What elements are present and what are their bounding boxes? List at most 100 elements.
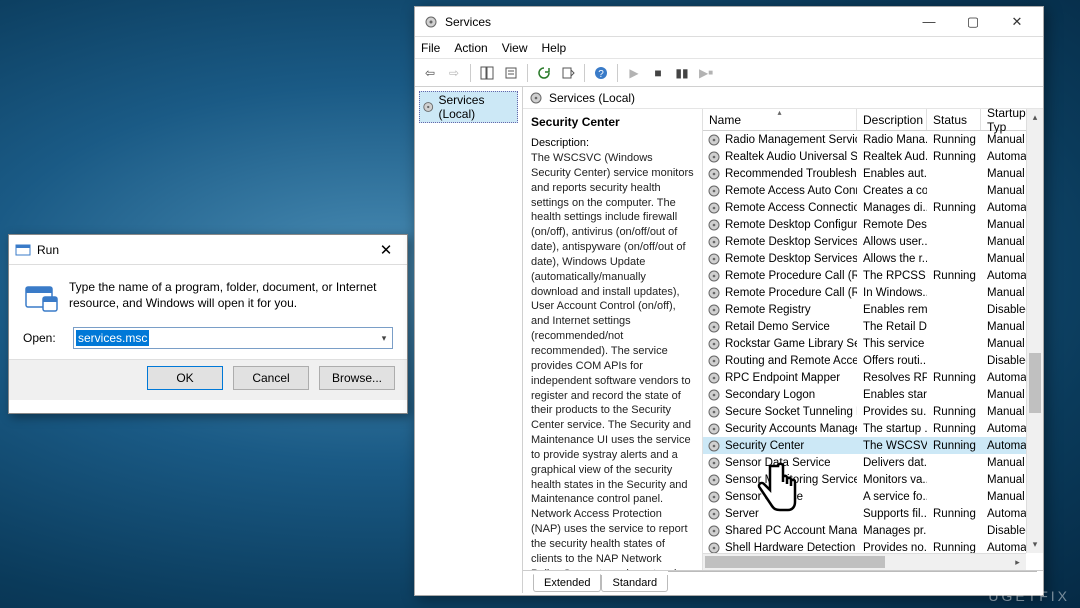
watermark: UGETFIX bbox=[988, 588, 1070, 604]
close-icon[interactable]: ✕ bbox=[371, 238, 401, 262]
service-detail-desc-label: Description: bbox=[531, 137, 694, 149]
run-button-bar: OK Cancel Browse... bbox=[9, 359, 407, 400]
run-open-combobox[interactable]: services.msc ▾ bbox=[73, 327, 393, 349]
show-hide-tree-icon[interactable] bbox=[476, 62, 498, 84]
gear-icon bbox=[707, 286, 721, 300]
tab-standard[interactable]: Standard bbox=[601, 575, 668, 592]
table-row[interactable]: RPC Endpoint MapperResolves RP...Running… bbox=[703, 369, 1043, 386]
help-icon[interactable]: ? bbox=[590, 62, 612, 84]
service-detail-pane: Security Center Description: The WSCSVC … bbox=[523, 109, 703, 570]
gear-icon bbox=[529, 91, 543, 105]
gear-icon bbox=[707, 235, 721, 249]
services-view-tabs: Extended Standard bbox=[523, 571, 1043, 593]
gear-icon bbox=[423, 14, 439, 30]
ok-button[interactable]: OK bbox=[147, 366, 223, 390]
pause-service-icon[interactable]: ▮▮ bbox=[671, 62, 693, 84]
gear-icon bbox=[707, 150, 721, 164]
table-row[interactable]: Remote Desktop Configurat...Remote Des..… bbox=[703, 216, 1043, 233]
forward-icon[interactable]: ⇨ bbox=[443, 62, 465, 84]
gear-icon bbox=[707, 218, 721, 232]
run-description: Type the name of a program, folder, docu… bbox=[69, 279, 393, 315]
gear-icon bbox=[707, 337, 721, 351]
service-list-pane: Name▴ Description Status Startup Typ Rad… bbox=[703, 109, 1043, 570]
scroll-thumb[interactable] bbox=[1029, 353, 1041, 413]
maximize-button[interactable]: ▢ bbox=[951, 8, 995, 36]
gear-icon bbox=[707, 473, 721, 487]
column-headers[interactable]: Name▴ Description Status Startup Typ bbox=[703, 109, 1043, 131]
restart-service-icon[interactable]: ▶■ bbox=[695, 62, 717, 84]
services-tree[interactable]: Services (Local) bbox=[415, 87, 523, 593]
table-row[interactable]: ServerSupports fil...RunningAutomatic bbox=[703, 505, 1043, 522]
table-row[interactable]: Routing and Remote AccessOffers routi...… bbox=[703, 352, 1043, 369]
gear-icon bbox=[422, 100, 434, 114]
table-row[interactable]: Shared PC Account ManagerManages pr...Di… bbox=[703, 522, 1043, 539]
table-row[interactable]: Security CenterThe WSCSV...RunningAutoma… bbox=[703, 437, 1043, 454]
horizontal-scrollbar[interactable]: ◂ ▸ bbox=[703, 553, 1026, 570]
stop-service-icon[interactable]: ■ bbox=[647, 62, 669, 84]
col-description[interactable]: Description bbox=[857, 109, 927, 130]
run-open-label: Open: bbox=[23, 331, 73, 345]
table-row[interactable]: Sensor Monitoring ServiceMonitors va...M… bbox=[703, 471, 1043, 488]
services-titlebar[interactable]: Services — ▢ ✕ bbox=[415, 7, 1043, 37]
back-icon[interactable]: ⇦ bbox=[419, 62, 441, 84]
gear-icon bbox=[707, 439, 721, 453]
col-status[interactable]: Status bbox=[927, 109, 981, 130]
services-window: Services — ▢ ✕ File Action View Help ⇦ ⇨… bbox=[414, 6, 1044, 596]
vertical-scrollbar[interactable]: ▴ ▾ bbox=[1026, 109, 1043, 553]
table-row[interactable]: Security Accounts ManagerThe startup ...… bbox=[703, 420, 1043, 437]
gear-icon bbox=[707, 456, 721, 470]
table-row[interactable]: Secure Socket Tunneling Pr...Provides su… bbox=[703, 403, 1043, 420]
services-list-title: Services (Local) bbox=[549, 91, 635, 105]
table-row[interactable]: Realtek Audio Universal Ser...Realtek Au… bbox=[703, 148, 1043, 165]
table-row[interactable]: Remote Procedure Call (RPC)The RPCSS s..… bbox=[703, 267, 1043, 284]
table-row[interactable]: Remote Desktop ServicesAllows user...Man… bbox=[703, 233, 1043, 250]
menu-file[interactable]: File bbox=[421, 41, 440, 55]
scroll-up-icon[interactable]: ▴ bbox=[1027, 109, 1043, 126]
menu-action[interactable]: Action bbox=[454, 41, 487, 55]
gear-icon bbox=[707, 133, 721, 147]
run-open-value: services.msc bbox=[78, 331, 147, 345]
scroll-thumb[interactable] bbox=[705, 556, 885, 568]
services-menubar: File Action View Help bbox=[415, 37, 1043, 59]
cancel-button[interactable]: Cancel bbox=[233, 366, 309, 390]
run-program-icon bbox=[23, 279, 59, 315]
tree-node-label: Services (Local) bbox=[438, 93, 515, 121]
refresh-icon[interactable] bbox=[533, 62, 555, 84]
service-rows[interactable]: Radio Management ServiceRadio Mana...Run… bbox=[703, 131, 1043, 570]
gear-icon bbox=[707, 320, 721, 334]
table-row[interactable]: Remote Access Auto Conne...Creates a co.… bbox=[703, 182, 1043, 199]
start-service-icon[interactable]: ▶ bbox=[623, 62, 645, 84]
gear-icon bbox=[707, 405, 721, 419]
table-row[interactable]: Sensor Data ServiceDelivers dat...Manual… bbox=[703, 454, 1043, 471]
sort-asc-icon: ▴ bbox=[777, 108, 781, 117]
table-row[interactable]: Secondary LogonEnables star...Manual bbox=[703, 386, 1043, 403]
table-row[interactable]: Remote Desktop Services U...Allows the r… bbox=[703, 250, 1043, 267]
close-button[interactable]: ✕ bbox=[995, 8, 1039, 36]
table-row[interactable]: Remote Access Connection...Manages di...… bbox=[703, 199, 1043, 216]
properties-icon[interactable] bbox=[500, 62, 522, 84]
gear-icon bbox=[707, 371, 721, 385]
scroll-right-icon[interactable]: ▸ bbox=[1009, 554, 1026, 570]
chevron-down-icon[interactable]: ▾ bbox=[376, 333, 392, 344]
tree-node-services-local[interactable]: Services (Local) bbox=[419, 91, 518, 123]
table-row[interactable]: Recommended Troublesho...Enables aut...M… bbox=[703, 165, 1043, 182]
table-row[interactable]: Retail Demo ServiceThe Retail D...Manual bbox=[703, 318, 1043, 335]
table-row[interactable]: Radio Management ServiceRadio Mana...Run… bbox=[703, 131, 1043, 148]
menu-help[interactable]: Help bbox=[542, 41, 567, 55]
browse-button[interactable]: Browse... bbox=[319, 366, 395, 390]
table-row[interactable]: Remote Procedure Call (RP...In Windows..… bbox=[703, 284, 1043, 301]
col-name[interactable]: Name▴ bbox=[703, 109, 857, 130]
scroll-down-icon[interactable]: ▾ bbox=[1027, 536, 1043, 553]
menu-view[interactable]: View bbox=[502, 41, 528, 55]
gear-icon bbox=[707, 354, 721, 368]
table-row[interactable]: Remote RegistryEnables rem...Disabled bbox=[703, 301, 1043, 318]
export-icon[interactable] bbox=[557, 62, 579, 84]
gear-icon bbox=[707, 252, 721, 266]
minimize-button[interactable]: — bbox=[907, 8, 951, 36]
service-detail-name: Security Center bbox=[531, 115, 694, 129]
table-row[interactable]: Rockstar Game Library Servi...This servi… bbox=[703, 335, 1043, 352]
run-titlebar[interactable]: Run ✕ bbox=[9, 235, 407, 265]
gear-icon bbox=[707, 524, 721, 538]
table-row[interactable]: Sensor ServiceA service fo...Manual (Tri bbox=[703, 488, 1043, 505]
tab-extended[interactable]: Extended bbox=[533, 574, 601, 592]
